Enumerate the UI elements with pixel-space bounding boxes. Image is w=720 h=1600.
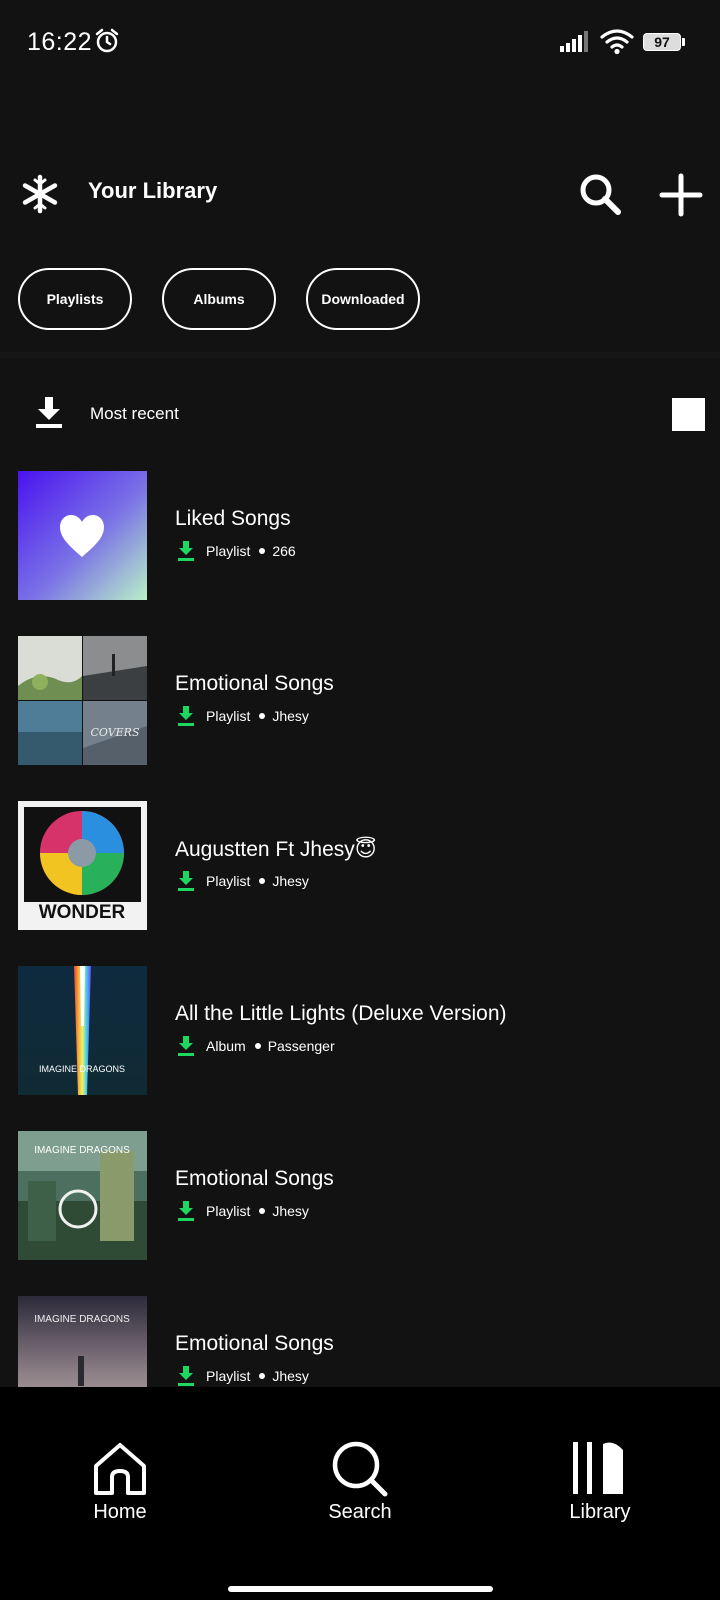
status-bar: 16:22 97 (0, 0, 720, 90)
divider (0, 352, 720, 358)
downloaded-icon (178, 541, 194, 561)
separator-dot (254, 1043, 261, 1049)
sort-bar: Most recent (0, 380, 720, 450)
nav-search-label: Search (328, 1501, 392, 1523)
collage-cover: COVERS (18, 636, 147, 765)
library-list: Liked Songs Playlist 266 COVERS Emotiona… (0, 471, 720, 1387)
cover-text: IMAGINE DRAGONS (34, 1145, 130, 1156)
separator-dot (259, 878, 266, 884)
page-title: Your Library (88, 178, 218, 203)
item-meta: Playlist Jhesy (178, 869, 309, 893)
cover-text: IMAGINE DRAGONS (34, 1314, 130, 1325)
evolve-cover: IMAGINE DRAGONS (18, 966, 147, 1095)
liked-songs-cover (18, 471, 147, 600)
app-logo-icon (22, 174, 58, 214)
item-detail: Passenger (267, 1038, 335, 1054)
search-icon (332, 1441, 388, 1497)
filter-chips: Playlists Albums Downloaded (18, 268, 420, 334)
nav-home[interactable]: Home (60, 1443, 180, 1539)
item-meta: Album Passenger (178, 1034, 335, 1058)
item-type: Playlist (206, 543, 251, 559)
plus-icon[interactable] (656, 170, 706, 220)
cover-text: IMAGINE DRAGONS (39, 1064, 125, 1074)
separator-dot (259, 713, 266, 719)
battery-icon: 97 (643, 33, 685, 53)
item-type: Playlist (206, 1368, 251, 1384)
item-detail: Jhesy (272, 1203, 309, 1219)
filter-chip-albums[interactable]: Albums (162, 268, 276, 330)
alarm-icon (95, 28, 119, 53)
nav-library-label: Library (569, 1501, 631, 1523)
nav-library[interactable]: Library (540, 1442, 660, 1539)
separator-dot (259, 1208, 266, 1214)
library-item-emotional-songs-2[interactable]: IMAGINE DRAGONS Emotional Songs Playlist… (0, 1131, 720, 1261)
home-icon (94, 1443, 146, 1495)
item-detail: Jhesy (272, 1368, 309, 1384)
wonder-cover: WONDER (18, 801, 147, 930)
item-title: Emotional Songs (175, 672, 334, 695)
item-title: Emotional Songs (175, 1167, 334, 1190)
svg-text:COVERS: COVERS (90, 726, 139, 739)
downloaded-icon (178, 1201, 194, 1221)
filter-chip-downloaded[interactable]: Downloaded (306, 268, 420, 330)
item-meta: Playlist 266 (178, 539, 296, 563)
origins-cover: IMAGINE DRAGONS (18, 1131, 147, 1260)
cover-text: WONDER (39, 902, 126, 923)
item-title: Augustten Ft Jhesy😇 (175, 838, 377, 861)
library-item-all-the-little-lights[interactable]: IMAGINE DRAGONS All the Little Lights (D… (0, 966, 720, 1096)
item-detail: 266 (272, 543, 296, 559)
item-title: Emotional Songs (175, 1332, 334, 1355)
separator-dot (259, 548, 266, 554)
item-meta: Playlist Jhesy (178, 1364, 309, 1387)
item-meta: Playlist Jhesy (178, 704, 309, 728)
item-type: Playlist (206, 1203, 251, 1219)
nav-search[interactable]: Search (300, 1441, 420, 1539)
battery-level: 97 (654, 34, 670, 50)
library-icon (573, 1442, 623, 1494)
item-type: Album (206, 1038, 246, 1054)
sort-label[interactable]: Most recent (90, 404, 179, 424)
status-time: 16:22 (27, 28, 93, 56)
library-item-liked-songs[interactable]: Liked Songs Playlist 266 (0, 471, 720, 601)
downloaded-icon (178, 871, 194, 891)
wifi-icon (600, 29, 634, 55)
item-title: All the Little Lights (Deluxe Version) (175, 1002, 507, 1025)
item-meta: Playlist Jhesy (178, 1199, 309, 1223)
item-title: Liked Songs (175, 507, 291, 530)
separator-dot (259, 1373, 266, 1379)
search-icon[interactable] (576, 170, 626, 220)
library-item-emotional-songs-3[interactable]: IMAGINE DRAGONS Emotional Songs Playlist… (0, 1296, 720, 1387)
home-indicator[interactable] (228, 1586, 493, 1592)
nav-home-label: Home (93, 1501, 147, 1523)
downloaded-icon (178, 1366, 194, 1386)
item-type: Playlist (206, 708, 251, 724)
item-type: Playlist (206, 873, 251, 889)
library-item-emotional-songs[interactable]: COVERS Emotional Songs Playlist Jhesy (0, 636, 720, 766)
downloaded-icon (178, 1036, 194, 1056)
signal-icon (560, 31, 588, 52)
grid-view-icon[interactable] (672, 398, 705, 431)
item-detail: Jhesy (272, 873, 309, 889)
bottom-nav: Home Search Library (0, 1387, 720, 1600)
library-header: Your Library (0, 160, 720, 230)
night-visions-cover: IMAGINE DRAGONS (18, 1296, 147, 1387)
download-icon[interactable] (34, 396, 64, 430)
downloaded-icon (178, 706, 194, 726)
item-detail: Jhesy (272, 708, 309, 724)
filter-chip-playlists[interactable]: Playlists (18, 268, 132, 330)
library-item-augustten[interactable]: WONDER Augustten Ft Jhesy😇 Playlist Jhes… (0, 801, 720, 931)
